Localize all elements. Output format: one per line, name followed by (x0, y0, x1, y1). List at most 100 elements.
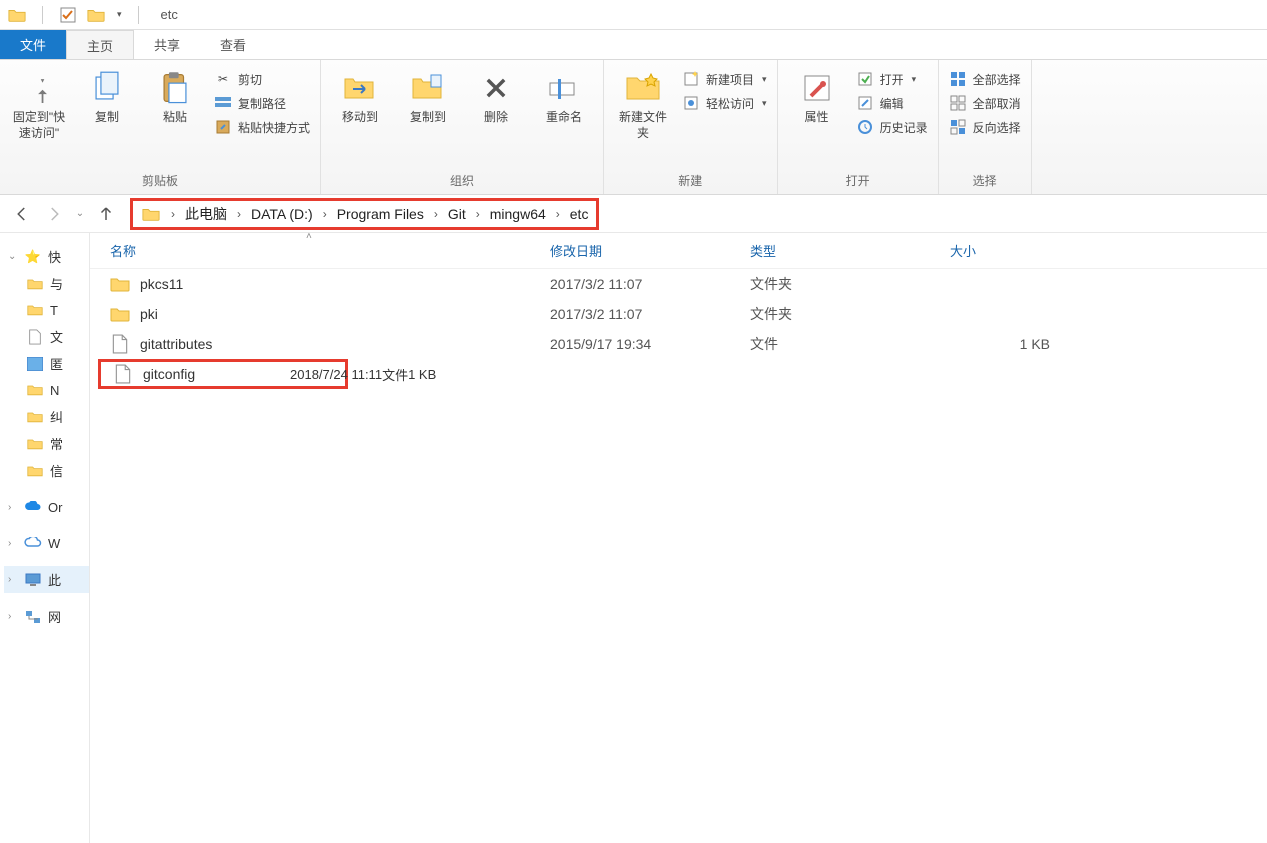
copy-to-label: 复制到 (410, 110, 446, 126)
chevron-right-icon[interactable]: › (165, 207, 181, 221)
select-all-button[interactable]: 全部选择 (949, 70, 1021, 88)
tree-this-pc[interactable]: ›此 (4, 566, 89, 593)
window-title: etc (161, 7, 178, 22)
tree-item[interactable]: 文 (22, 323, 89, 350)
tree-item[interactable]: N (22, 377, 89, 403)
file-type: 文件夹 (750, 304, 950, 324)
folder-icon (110, 273, 130, 295)
navigation-bar: ⌄ › 此电脑 › DATA (D:) › Program Files › Gi… (0, 195, 1267, 233)
qat-dropdown[interactable]: ▾ (117, 9, 122, 20)
file-row[interactable]: pki 2017/3/2 11:07 文件夹 (90, 299, 1267, 329)
recent-dropdown[interactable]: ⌄ (72, 200, 88, 228)
chevron-right-icon[interactable]: › (470, 207, 486, 221)
history-button[interactable]: 历史记录 (856, 118, 928, 136)
ribbon-group-clipboard: 固定到"快速访问" 复制 粘贴 ✂剪切 复制路径 粘贴快捷方式 剪贴板 (0, 60, 321, 194)
rename-label: 重命名 (546, 110, 582, 126)
tree-item[interactable]: 信 (22, 457, 89, 484)
column-date[interactable]: 修改日期 (550, 241, 750, 260)
scissors-icon: ✂ (214, 70, 232, 88)
qat-checkbox-icon[interactable] (59, 6, 77, 24)
picture-icon (26, 355, 44, 373)
copy-to-button[interactable]: 复制到 (399, 66, 457, 126)
file-row[interactable]: gitattributes 2015/9/17 19:34 文件 1 KB (90, 329, 1267, 359)
tree-onedrive[interactable]: ›Or (4, 494, 89, 520)
navigation-tree[interactable]: ⌄⭐快 与 T 文 匿 N 纠 常 信 ›Or ›W ›此 ›网 (0, 233, 90, 843)
tree-item[interactable]: 匿 (22, 350, 89, 377)
new-folder-button[interactable]: 新建文件夹 (614, 66, 672, 141)
chevron-right-icon[interactable]: › (317, 207, 333, 221)
tree-item[interactable]: 与 (22, 270, 89, 297)
invert-selection-button[interactable]: 反向选择 (949, 118, 1021, 136)
breadcrumb-item[interactable]: DATA (D:) (251, 206, 313, 222)
properties-button[interactable]: 属性 (788, 66, 846, 126)
folder-open-icon[interactable] (87, 6, 105, 24)
file-size: 1 KB (408, 367, 436, 382)
tree-network[interactable]: ›网 (4, 603, 89, 630)
breadcrumb[interactable]: › 此电脑 › DATA (D:) › Program Files › Git … (130, 199, 1259, 229)
new-item-button[interactable]: 新建项目▾ (682, 70, 767, 88)
folder-icon (110, 303, 130, 325)
rename-button[interactable]: 重命名 (535, 66, 593, 126)
chevron-right-icon[interactable]: › (428, 207, 444, 221)
tree-quick-access[interactable]: ⌄⭐快 (4, 243, 89, 270)
select-none-button[interactable]: 全部取消 (949, 94, 1021, 112)
file-date: 2018/7/24 11:11 (290, 367, 382, 382)
tree-item[interactable]: 常 (22, 430, 89, 457)
invert-icon (949, 118, 967, 136)
copy-button[interactable]: 复制 (78, 66, 136, 126)
cut-button[interactable]: ✂剪切 (214, 70, 310, 88)
folder-icon (26, 462, 44, 480)
forward-button[interactable] (40, 200, 68, 228)
group-label-clipboard: 剪贴板 (10, 169, 310, 192)
breadcrumb-item[interactable]: Git (448, 206, 466, 222)
file-type: 文件夹 (750, 274, 950, 294)
column-name[interactable]: 名称 (110, 241, 550, 260)
tree-item[interactable]: 纠 (22, 403, 89, 430)
paste-button[interactable]: 粘贴 (146, 66, 204, 126)
ribbon-group-open: 属性 打开▾ 编辑 历史记录 打开 (778, 60, 939, 194)
column-size[interactable]: 大小 (950, 241, 1070, 260)
tree-item[interactable]: T (22, 297, 89, 323)
copy-icon (89, 70, 125, 106)
file-list[interactable]: pkcs11 2017/3/2 11:07 文件夹 pki 2017/3/2 1… (90, 269, 1267, 843)
edit-button[interactable]: 编辑 (856, 94, 928, 112)
easy-access-button[interactable]: 轻松访问▾ (682, 94, 767, 112)
file-type: 文件 (382, 365, 408, 384)
folder-icon (26, 301, 44, 319)
copy-path-button[interactable]: 复制路径 (214, 94, 310, 112)
document-icon (26, 328, 44, 346)
breadcrumb-item[interactable]: etc (570, 206, 589, 222)
edit-icon (856, 94, 874, 112)
file-icon (113, 363, 133, 385)
tab-file[interactable]: 文件 (0, 30, 66, 59)
file-row[interactable]: pkcs11 2017/3/2 11:07 文件夹 (90, 269, 1267, 299)
up-button[interactable] (92, 200, 120, 228)
back-button[interactable] (8, 200, 36, 228)
column-type[interactable]: 类型 (750, 241, 950, 260)
chevron-right-icon[interactable]: › (231, 207, 247, 221)
tree-wps[interactable]: ›W (4, 530, 89, 556)
delete-icon (478, 70, 514, 106)
delete-button[interactable]: 删除 (467, 66, 525, 126)
file-size: 1 KB (950, 336, 1070, 352)
open-button[interactable]: 打开▾ (856, 70, 928, 88)
tab-home[interactable]: 主页 (66, 30, 134, 59)
path-icon (214, 94, 232, 112)
breadcrumb-highlight: › 此电脑 › DATA (D:) › Program Files › Git … (130, 198, 599, 230)
chevron-right-icon[interactable]: › (550, 207, 566, 221)
rename-icon (546, 70, 582, 106)
move-to-button[interactable]: 移动到 (331, 66, 389, 126)
paste-label: 粘贴 (163, 110, 187, 126)
tab-share[interactable]: 共享 (134, 30, 200, 59)
pin-quick-access-button[interactable]: 固定到"快速访问" (10, 66, 68, 141)
breadcrumb-item[interactable]: 此电脑 (185, 204, 227, 224)
ribbon-group-select: 全部选择 全部取消 反向选择 选择 (939, 60, 1032, 194)
pin-icon (21, 70, 57, 106)
folder-icon (8, 6, 26, 24)
breadcrumb-item[interactable]: Program Files (337, 206, 424, 222)
breadcrumb-item[interactable]: mingw64 (490, 206, 546, 222)
new-item-icon (682, 70, 700, 88)
tab-view[interactable]: 查看 (200, 30, 266, 59)
file-name: pkcs11 (140, 276, 183, 292)
paste-shortcut-button[interactable]: 粘贴快捷方式 (214, 118, 310, 136)
